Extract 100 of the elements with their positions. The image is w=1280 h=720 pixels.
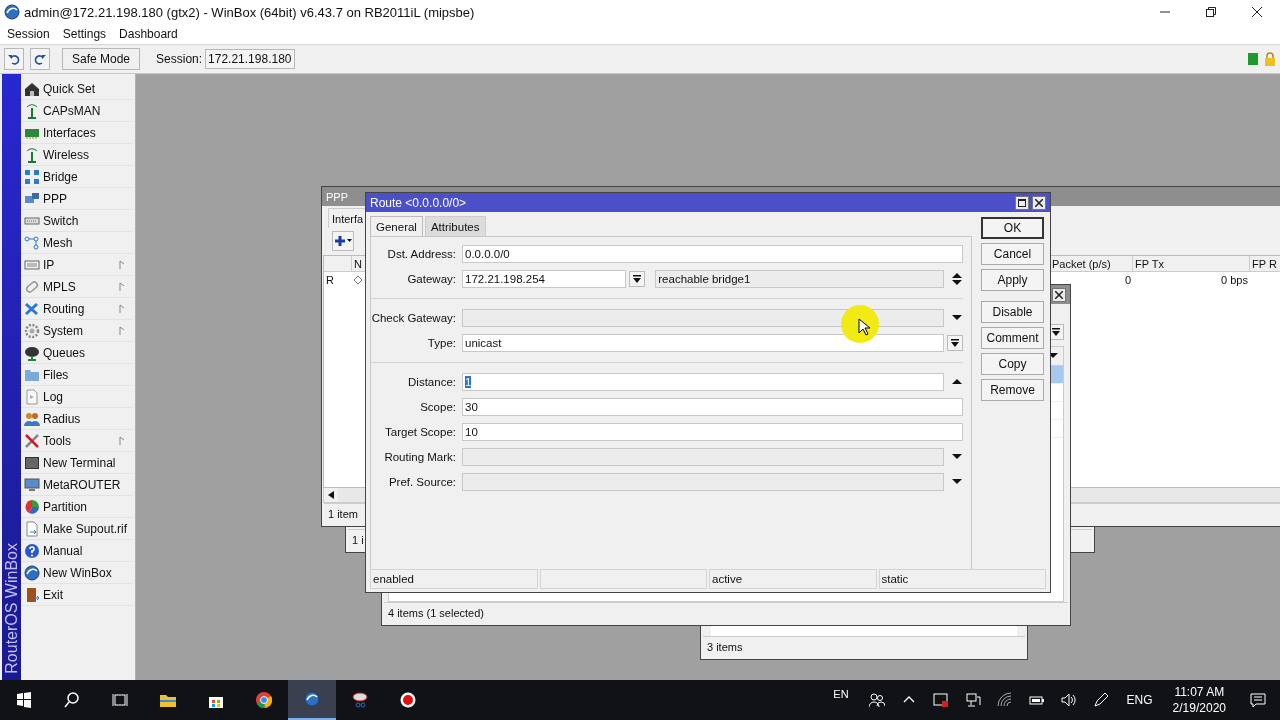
dialog-button[interactable]: Cancel [981,243,1044,265]
sidebar-item[interactable]: MPLS [21,276,133,298]
field-label: Scope: [419,401,456,413]
redo-button[interactable] [30,48,50,70]
field-label: Pref. Source: [387,476,456,488]
close-icon [1251,6,1263,18]
sidebar-item[interactable]: PPP [21,188,133,210]
input-field[interactable]: 30 [462,398,963,416]
language-indicator: ENG [1126,693,1153,707]
window-title: admin@172.21.198.180 (gtx2) - WinBox (64bit) v6.43.7 on RB2011iL (mipsbe) [24,4,476,20]
globe-icon [304,691,320,707]
field-label: Type: [426,337,456,349]
menu-item[interactable]: Dashboard [113,27,184,41]
dialog-button[interactable]: Copy [981,353,1044,375]
sidebar-item[interactable]: New Terminal [21,452,133,474]
sidebar-item[interactable]: Wireless [21,144,133,166]
sidebar-item[interactable]: Partition [21,496,133,518]
status-text: 1 i [352,534,364,546]
door-icon [24,586,40,603]
field-label: Distance: [407,376,456,388]
sidebar-item[interactable]: Bridge [21,166,133,188]
tree-icon [24,344,40,361]
sidebar-item[interactable]: Queues [21,342,133,364]
sidebar-item[interactable]: System [21,320,133,342]
undo-button[interactable] [4,48,24,70]
tab[interactable]: Attributes [424,216,486,236]
field-label: Dst. Address: [386,248,456,260]
sidebar-item[interactable]: CAPsMAN [21,100,133,122]
dropdown-button[interactable] [947,335,963,351]
field-label: Check Gateway: [371,312,456,324]
input-field[interactable]: 0.0.0.0/0 [462,245,963,263]
browser-icon [256,692,272,708]
sidebar-item[interactable]: Exit [21,584,133,606]
input-field[interactable]: 1 [462,373,944,391]
interface-icon [354,276,362,284]
field-label: Routing Mark: [383,451,456,463]
cursor-icon [858,318,870,336]
sidebar-item[interactable]: Interfaces [21,122,133,144]
sidebar-item[interactable]: Routing [21,298,133,320]
dialog-button[interactable]: Remove [981,379,1044,401]
tab[interactable]: Interfa [328,208,368,228]
folder-icon [160,692,176,708]
tools-icon [24,432,40,449]
table-cell-text: 0 bps [1220,273,1249,288]
sidebar-item[interactable]: Tools [21,430,133,452]
menu-item[interactable]: Session [1,27,56,41]
column-header[interactable]: FP Tx [1133,256,1250,272]
dropdown-button[interactable] [629,271,646,287]
plus-icon [334,234,346,247]
input-field[interactable]: 10 [462,423,963,441]
gear-icon [24,322,40,339]
sidebar-item[interactable]: Quick Set [21,78,133,100]
status-cell: enabled [370,569,538,589]
maximize-icon [1018,198,1026,207]
close-icon [1035,198,1043,207]
sidebar-item[interactable]: Mesh [21,232,133,254]
sidebar-item[interactable]: MetaROUTER [21,474,133,496]
dialog-button[interactable]: OK [981,217,1044,239]
input-indicator: EN [833,688,849,700]
status-cell: active [709,569,877,589]
sidebar-item[interactable]: Files [21,364,133,386]
add-button[interactable] [332,230,354,251]
clock-date: 2/19/2020 [1172,700,1226,716]
dialog-button[interactable]: Disable [981,301,1044,323]
menu-item[interactable]: Settings [56,27,113,41]
sidebar-item[interactable]: Log [21,386,133,408]
sidebar-item[interactable]: New WinBox [21,562,133,584]
input-field[interactable]: 172.21.198.254 [462,270,627,288]
close-icon [1055,290,1063,299]
maximize-button[interactable] [1015,195,1029,210]
sidebar-item[interactable]: Radius [21,408,133,430]
input-field[interactable] [462,309,944,327]
search-icon [64,692,80,708]
record-icon [400,692,416,708]
brand-label: RouterOS WinBox [2,542,21,676]
people-icon [24,410,40,427]
input-field[interactable] [462,473,944,491]
dialog-button[interactable]: Apply [981,269,1044,291]
dialog-button[interactable]: Comment [981,327,1044,349]
sidebar-item[interactable]: IP [21,254,133,276]
monitor-icon [24,476,40,493]
lock-icon [1264,52,1276,66]
sidebar-item[interactable]: Manual [21,540,133,562]
session-field[interactable]: 172.21.198.180 [205,49,295,69]
close-button[interactable] [1032,195,1046,210]
input-field[interactable] [462,448,944,466]
cursor-highlight [840,304,880,344]
tab[interactable]: General [370,216,423,236]
column-header[interactable]: FP R [1250,256,1280,272]
scroll-left-button[interactable] [324,488,338,502]
left-arrow-icon [328,491,334,499]
terminal-icon [24,454,40,471]
column-header[interactable]: Packet (p/s) [1050,256,1133,272]
sidebar-item[interactable]: Make Supout.rif [21,518,133,540]
start-icon [16,692,32,708]
input-field[interactable]: unicast [462,334,944,352]
redo-icon [34,53,46,65]
paperclip-icon [24,278,40,295]
safe-mode-button[interactable]: Safe Mode [62,48,141,70]
sidebar-item[interactable]: Switch [21,210,133,232]
